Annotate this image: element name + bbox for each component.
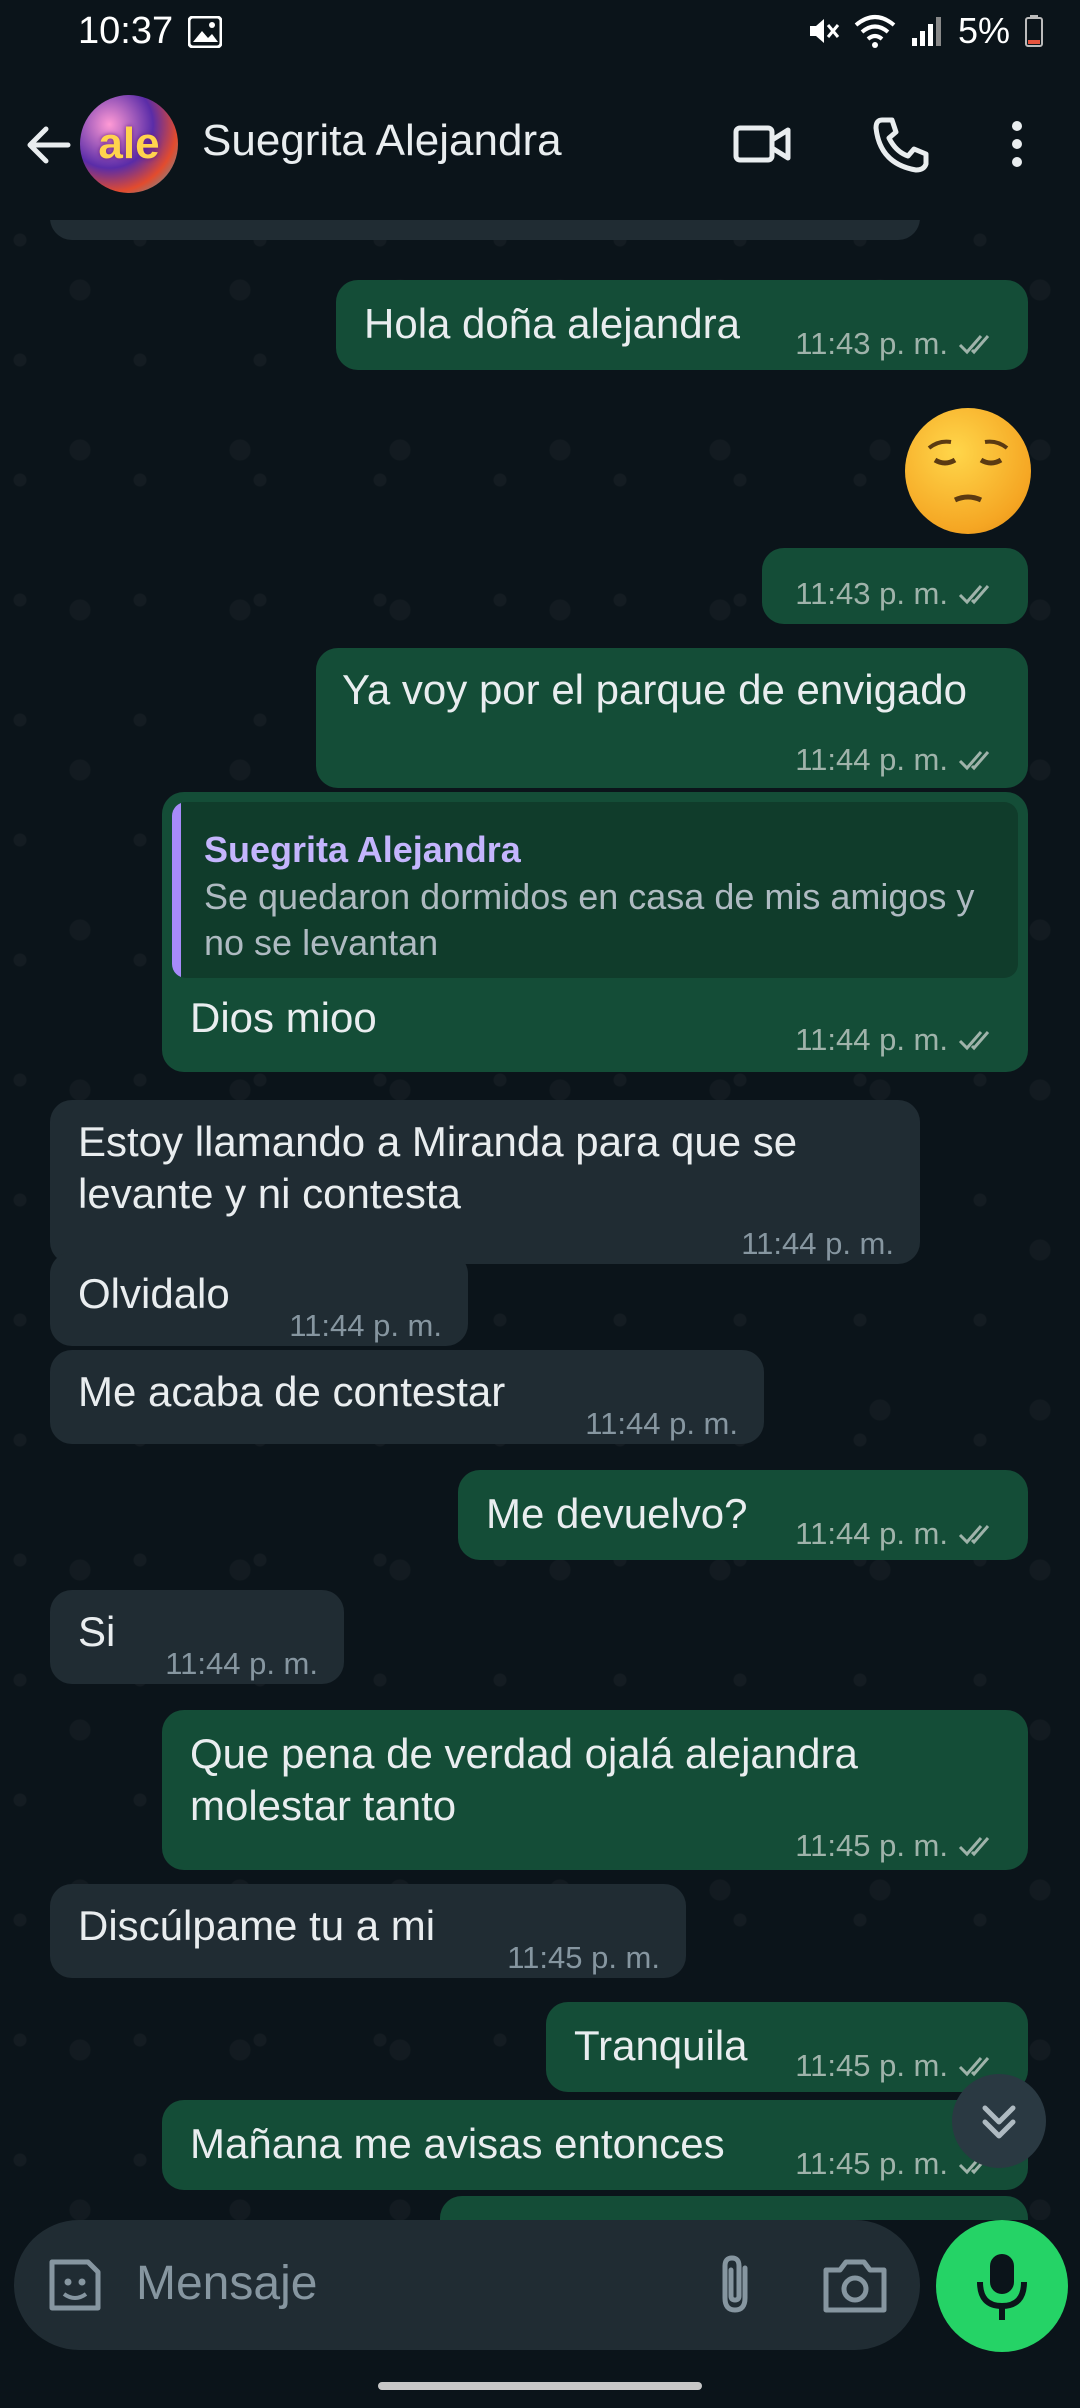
scroll-to-bottom-button[interactable] xyxy=(952,2074,1046,2168)
read-ticks-icon xyxy=(958,585,990,605)
sticker-emoji-icon[interactable] xyxy=(42,2252,108,2318)
read-ticks-icon xyxy=(958,1837,990,1857)
camera-icon[interactable] xyxy=(820,2252,890,2318)
message-time: 11:44 p. m. xyxy=(165,1646,318,1681)
quote-text: Se quedaron dormidos en casa de mis amig… xyxy=(204,876,975,963)
message-text: Estoy llamando a Miranda para que se lev… xyxy=(78,1118,798,1217)
message-text: Dios mioo xyxy=(190,994,377,1041)
message-bubble-out[interactable]: Me devuelvo? 11:44 p. m. xyxy=(458,1470,1028,1560)
chat-header: ale Suegrita Alejandra xyxy=(0,70,1080,220)
message-bubble-out[interactable]: 11:43 p. m. xyxy=(762,548,1028,624)
signal-icon xyxy=(911,17,941,46)
composer-bar: Mensaje xyxy=(0,2220,1080,2408)
message-bubble-out[interactable]: Hola doña alejandra 11:43 p. m. xyxy=(336,280,1028,370)
message-text: Discúlpame tu a mi xyxy=(78,1902,436,1949)
message-bubble-in[interactable]: Estoy llamando a Miranda para que se lev… xyxy=(50,1100,920,1264)
timestamp: 11:45 p. m. xyxy=(795,1828,948,1863)
message-text: Hola doña alejandra xyxy=(364,300,740,347)
message-bubble-in[interactable]: Discúlpame tu a mi 11:45 p. m. xyxy=(50,1884,686,1978)
battery-percent: 5% xyxy=(957,10,1010,51)
wifi-icon xyxy=(854,15,896,48)
message-text: Me devuelvo? xyxy=(486,1490,748,1537)
read-ticks-icon xyxy=(958,1525,990,1545)
message-time: 11:44 p. m. xyxy=(585,1406,738,1441)
double-chevron-down-icon xyxy=(982,2105,1016,2139)
microphone-icon xyxy=(977,2254,1027,2320)
message-bubble-in[interactable]: Me acaba de contestar 11:44 p. m. xyxy=(50,1350,764,1444)
timestamp: 11:45 p. m. xyxy=(795,2146,948,2181)
avatar-text: ale xyxy=(98,119,160,168)
message-input[interactable]: Mensaje xyxy=(14,2220,920,2350)
message-time: 11:43 p. m. xyxy=(795,568,1002,620)
contact-name[interactable]: Suegrita Alejandra xyxy=(202,116,562,166)
message-time: 11:43 p. m. xyxy=(795,318,1002,370)
attach-icon[interactable] xyxy=(700,2250,770,2320)
message-list[interactable]: Hola doña alejandra 11:43 p. m. 11:43 p.… xyxy=(0,220,1080,2220)
message-time: 11:45 p. m. xyxy=(507,1940,660,1975)
message-bubble-in[interactable]: Si 11:44 p. m. xyxy=(50,1590,344,1684)
status-time: 10:37 xyxy=(78,10,174,52)
message-placeholder: Mensaje xyxy=(136,2257,318,2310)
video-call-icon[interactable] xyxy=(730,112,794,176)
read-ticks-icon xyxy=(958,335,990,355)
voice-call-icon[interactable] xyxy=(868,112,932,176)
status-right: 5% xyxy=(806,10,1044,52)
read-ticks-icon xyxy=(958,751,990,771)
timestamp: 11:43 p. m. xyxy=(795,326,948,361)
message-time: 11:45 p. m. xyxy=(795,1820,1002,1872)
message-time: 11:44 p. m. xyxy=(795,734,1002,786)
timestamp: 11:43 p. m. xyxy=(795,576,948,611)
message-text: Olvidalo xyxy=(78,1270,230,1317)
message-text: Me acaba de contestar xyxy=(78,1368,506,1415)
contact-avatar[interactable]: ale xyxy=(80,95,178,193)
message-bubble-reply[interactable]: Suegrita Alejandra Se quedaron dormidos … xyxy=(162,792,1028,1072)
message-bubble-partial xyxy=(440,2196,1028,2220)
message-text: Mañana me avisas entonces xyxy=(190,2120,725,2167)
timestamp: 11:44 p. m. xyxy=(795,1516,948,1551)
quoted-message[interactable]: Suegrita Alejandra Se quedaron dormidos … xyxy=(172,802,1018,978)
message-time: 11:44 p. m. xyxy=(741,1226,894,1261)
timestamp: 11:44 p. m. xyxy=(795,742,948,777)
gallery-notification-icon xyxy=(188,16,222,48)
message-text: Ya voy por el parque de envigado xyxy=(342,666,967,713)
pensive-face-emoji[interactable] xyxy=(905,408,1031,534)
timestamp: 11:45 p. m. xyxy=(795,2048,948,2083)
message-time: 11:44 p. m. xyxy=(795,1014,1002,1066)
status-bar: 10:37 5% xyxy=(0,0,1080,70)
voice-message-button[interactable] xyxy=(936,2220,1068,2352)
message-bubble-out[interactable]: Que pena de verdad ojalá alejandra moles… xyxy=(162,1710,1028,1870)
message-bubble-out[interactable]: Ya voy por el parque de envigado 11:44 p… xyxy=(316,648,1028,788)
message-text: Si xyxy=(78,1608,116,1655)
message-text: Que pena de verdad ojalá alejandra moles… xyxy=(190,1730,858,1829)
gesture-navigation-bar[interactable] xyxy=(378,2382,702,2390)
quote-author: Suegrita Alejandra xyxy=(204,829,521,870)
timestamp: 11:44 p. m. xyxy=(795,1022,948,1057)
message-time: 11:44 p. m. xyxy=(795,1508,1002,1560)
battery-icon xyxy=(1025,15,1043,47)
message-bubble-partial xyxy=(50,220,920,240)
pensive-face-icon xyxy=(927,439,1009,503)
mute-icon xyxy=(809,19,840,43)
message-bubble-out[interactable]: Mañana me avisas entonces 11:45 p. m. xyxy=(162,2100,1028,2190)
more-options-icon[interactable] xyxy=(985,112,1049,176)
read-ticks-icon xyxy=(958,1031,990,1051)
message-text: Tranquila xyxy=(574,2022,748,2069)
message-time: 11:44 p. m. xyxy=(289,1308,442,1343)
message-bubble-in[interactable]: Olvidalo 11:44 p. m. xyxy=(50,1252,468,1346)
quote-accent-bar xyxy=(172,802,181,978)
back-arrow-icon[interactable] xyxy=(20,117,76,173)
